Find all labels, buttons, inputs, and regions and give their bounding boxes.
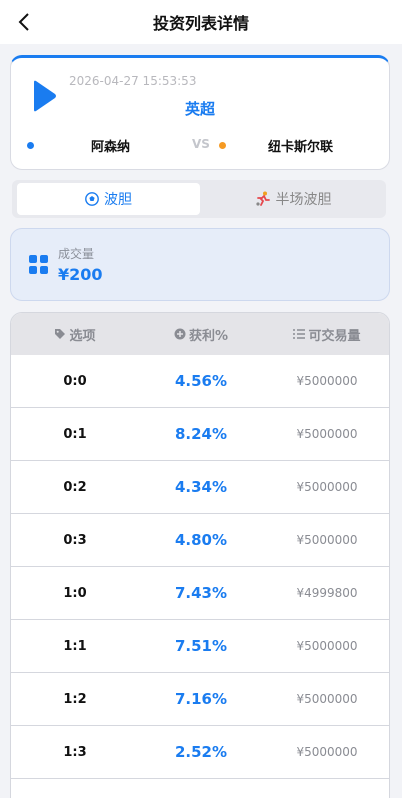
tab-bar: 波胆 半场波胆 [12, 180, 386, 218]
amount-cell: ¥5000000 [296, 427, 358, 441]
score-cell: 1:2 [63, 691, 87, 707]
table-row[interactable]: 1:1 7.51% ¥5000000 [11, 620, 389, 673]
tab-correct-score[interactable]: 波胆 [17, 183, 200, 215]
table-row[interactable]: 0:0 4.56% ¥5000000 [11, 355, 389, 408]
league-name: 英超 [184, 100, 215, 118]
table-row[interactable]: 1:3 2.52% ¥5000000 [11, 726, 389, 779]
match-time: 2026-04-27 15:53:53 [69, 74, 197, 88]
amount-cell: ¥5000000 [296, 480, 358, 494]
soccer-ball-icon [85, 192, 99, 206]
vs-label: VS [192, 137, 210, 151]
list-icon [293, 329, 306, 339]
amount-cell: ¥5000000 [296, 692, 358, 706]
volume-label: 成交量 [58, 247, 95, 261]
back-button[interactable] [8, 6, 40, 38]
volume-value: ¥200 [58, 265, 103, 284]
plus-circle-icon [174, 328, 186, 340]
home-team-dot [27, 142, 34, 149]
tab-half-time-score[interactable]: 半场波胆 [204, 183, 382, 215]
header-option: 选项 [11, 313, 139, 355]
header-profit: 获利% [137, 313, 265, 355]
table-row[interactable]: 1:2 7.16% ¥5000000 [11, 673, 389, 726]
score-cell: 0:3 [63, 532, 87, 548]
match-card: 2026-04-27 15:53:53 英超 阿森纳 VS 纽卡斯尔联 [10, 55, 390, 170]
chevron-left-icon [18, 13, 29, 31]
table-row[interactable]: 0:2 4.34% ¥5000000 [11, 461, 389, 514]
away-team: 纽卡斯尔联 [268, 140, 334, 155]
profit-cell: 8.24% [174, 425, 228, 443]
score-cell: 1:3 [63, 744, 87, 760]
tab-label: 半场波胆 [275, 192, 332, 208]
table-row[interactable]: 0:1 8.24% ¥5000000 [11, 408, 389, 461]
profit-cell: 4.56% [174, 372, 228, 390]
profit-cell: 2.52% [174, 743, 228, 761]
score-cell: 0:2 [63, 479, 87, 495]
header-bar: 投资列表详情 [0, 0, 402, 44]
score-cell: 1:0 [63, 585, 87, 601]
score-cell: 0:0 [63, 373, 87, 389]
page-title: 投资列表详情 [152, 14, 249, 33]
odds-table: 选项 获利% 可交易量 0:0 4.56% ¥5000000 0:1 8.24%… [10, 312, 390, 798]
header-tradable: 可交易量 [263, 313, 389, 355]
profit-cell: 7.51% [174, 637, 228, 655]
tag-icon [55, 329, 66, 339]
profit-cell: 7.16% [174, 690, 228, 708]
grid-icon [29, 255, 48, 274]
score-cell: 1:1 [63, 638, 87, 654]
table-row[interactable]: 0:3 4.80% ¥5000000 [11, 514, 389, 567]
profit-cell: 4.34% [174, 478, 228, 496]
amount-cell: ¥5000000 [296, 639, 358, 653]
table-row[interactable]: 1:0 7.43% ¥4999800 [11, 567, 389, 620]
amount-cell: ¥5000000 [296, 533, 358, 547]
volume-card: 成交量 ¥200 [10, 228, 390, 301]
score-cell: 0:1 [63, 426, 87, 442]
profit-cell: 4.80% [174, 531, 228, 549]
profit-cell: 7.43% [174, 584, 228, 602]
amount-cell: ¥5000000 [296, 745, 358, 759]
table-header: 选项 获利% 可交易量 [11, 313, 389, 355]
teams-row: 阿森纳 VS 纽卡斯尔联 [11, 136, 389, 156]
tab-label: 波胆 [104, 192, 132, 208]
amount-cell: ¥5000000 [296, 374, 358, 388]
home-team: 阿森纳 [91, 140, 131, 155]
running-player-icon [255, 191, 271, 207]
away-team-dot [219, 142, 226, 149]
amount-cell: ¥4999800 [296, 586, 358, 600]
